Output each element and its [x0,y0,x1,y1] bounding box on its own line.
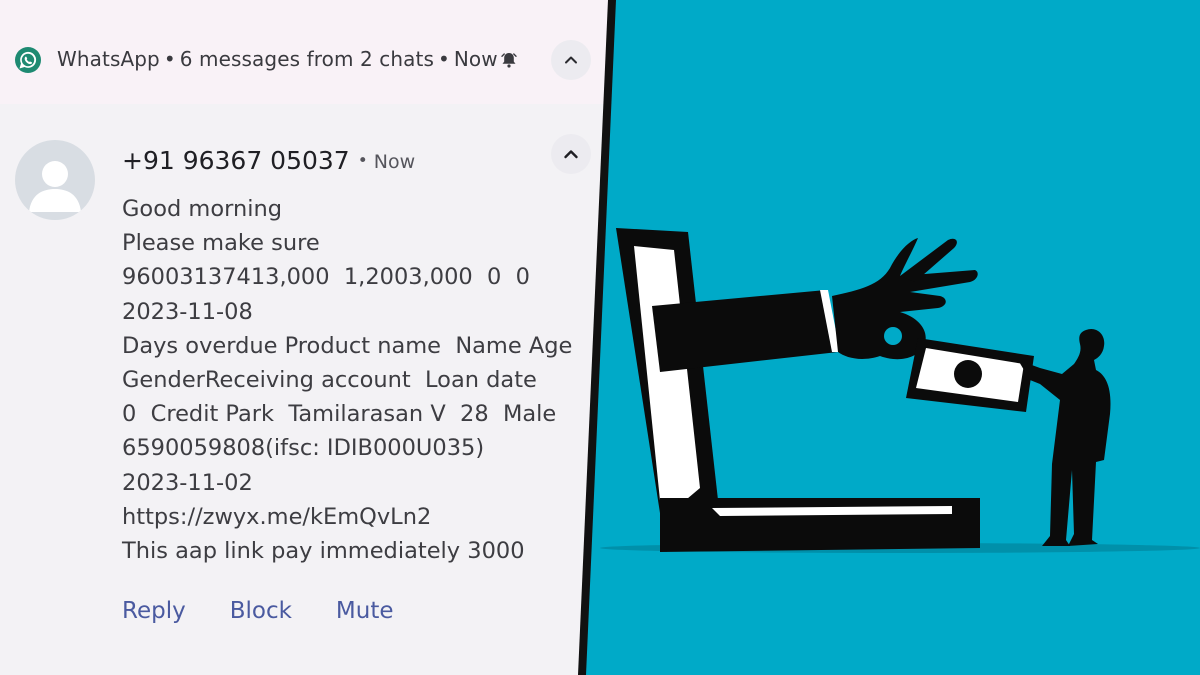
scam-illustration [578,0,1200,675]
